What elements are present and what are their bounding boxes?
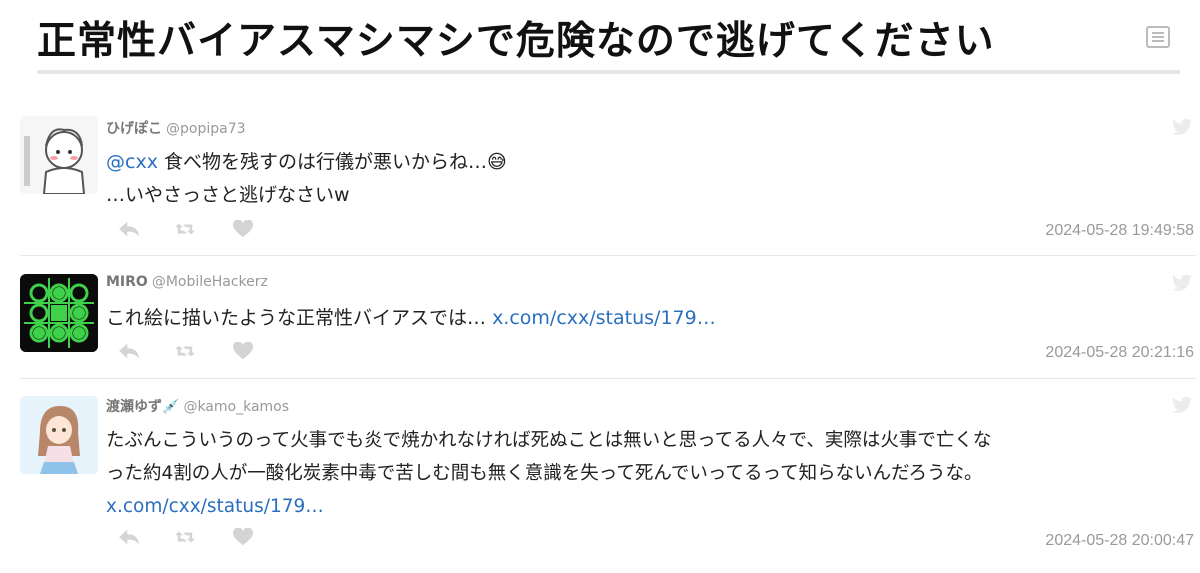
tweet-actions <box>118 219 268 240</box>
author-name[interactable]: 渡瀬ゆず💉 <box>106 399 179 415</box>
avatar[interactable] <box>20 116 98 194</box>
tweet-meta: MIRO @MobileHackerz <box>106 274 268 290</box>
author-handle[interactable]: @kamo_kamos <box>183 399 289 415</box>
page-title: 正常性バイアスマシマシで危険なので逃げてください <box>37 19 995 64</box>
reply-icon[interactable] <box>118 220 140 238</box>
divider <box>20 255 1196 256</box>
twitter-bird-icon[interactable] <box>1172 396 1192 414</box>
like-icon[interactable] <box>232 527 254 546</box>
reply-icon[interactable] <box>118 528 140 546</box>
retweet-icon[interactable] <box>174 342 196 360</box>
tweet-actions <box>118 527 268 548</box>
author-handle[interactable]: @MobileHackerz <box>152 274 268 290</box>
table-of-contents-icon[interactable] <box>1146 26 1170 48</box>
tweet-card: ひげぽこ @popipa73 @cxx 食べ物を残すのは行儀が悪いからね…😅 …い… <box>0 108 1200 254</box>
tweet-text: @cxx 食べ物を残すのは行儀が悪いからね…😅 …いやさっさと逃げなさいw <box>106 151 507 206</box>
divider <box>20 378 1196 379</box>
tweet-timestamp[interactable]: 2024-05-28 19:49:58 <box>1045 222 1194 240</box>
article-header: 正常性バイアスマシマシで危険なので逃げてください <box>37 0 1180 74</box>
like-icon[interactable] <box>232 219 254 238</box>
author-handle[interactable]: @popipa73 <box>166 121 246 137</box>
mention-link[interactable]: @cxx <box>106 151 158 173</box>
author-name[interactable]: ひげぽこ <box>106 121 162 137</box>
tweet-meta: ひげぽこ @popipa73 <box>106 118 246 138</box>
like-icon[interactable] <box>232 341 254 360</box>
status-link[interactable]: x.com/cxx/status/179… <box>106 496 324 517</box>
status-link[interactable]: x.com/cxx/status/179… <box>492 307 716 329</box>
tweet-timestamp[interactable]: 2024-05-28 20:00:47 <box>1045 532 1194 550</box>
reply-icon[interactable] <box>118 342 140 360</box>
tweet-text: たぶんこういうのって火事でも炎で焼かれなければ死ぬことは無いと思ってる人々で、実… <box>106 430 992 517</box>
author-name[interactable]: MIRO <box>106 274 148 290</box>
tweet-actions <box>118 341 268 362</box>
twitter-bird-icon[interactable] <box>1172 274 1192 292</box>
retweet-icon[interactable] <box>174 528 196 546</box>
tweet-timestamp[interactable]: 2024-05-28 20:21:16 <box>1045 344 1194 362</box>
tweet-text: これ絵に描いたような正常性バイアスでは… x.com/cxx/status/17… <box>106 307 716 329</box>
retweet-icon[interactable] <box>174 220 196 238</box>
avatar[interactable] <box>20 274 98 352</box>
tweet-card: MIRO @MobileHackerz これ絵に描いたような正常性バイアスでは… … <box>0 264 1200 374</box>
avatar[interactable] <box>20 396 98 474</box>
tweet-card: 渡瀬ゆず💉 @kamo_kamos たぶんこういうのって火事でも炎で焼かれなければ… <box>0 386 1200 566</box>
twitter-bird-icon[interactable] <box>1172 118 1192 136</box>
tweet-meta: 渡瀬ゆず💉 @kamo_kamos <box>106 396 289 416</box>
